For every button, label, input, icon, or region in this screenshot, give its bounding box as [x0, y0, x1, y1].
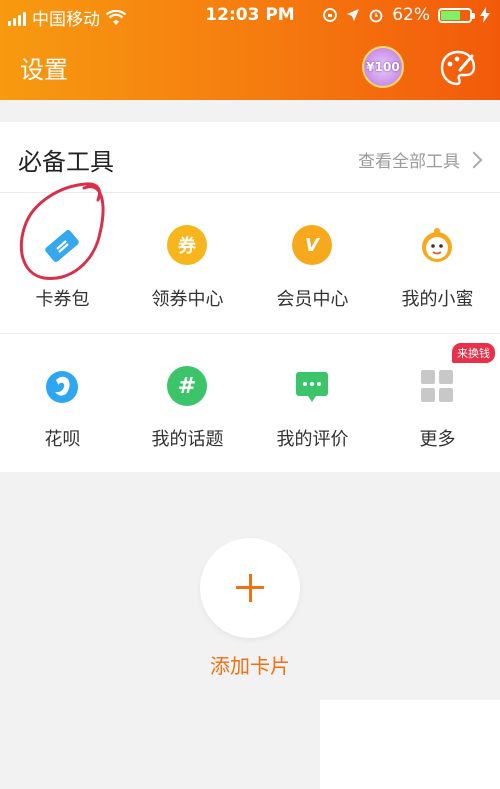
add-card-label[interactable]: 添加卡片 [0, 650, 500, 679]
plus-icon-vertical [248, 574, 252, 602]
tool-label: 我的小蜜 [401, 289, 474, 310]
tool-member-center[interactable]: V 会员中心 [250, 193, 375, 333]
tool-label: 领券中心 [151, 289, 224, 310]
tool-label: 会员中心 [276, 289, 349, 310]
tool-label: 花呗 [44, 429, 81, 450]
tool-huabei[interactable]: 花呗 [0, 334, 125, 472]
see-all-tools-link[interactable]: 查看全部工具 [358, 147, 483, 172]
tool-coupon-center[interactable]: 券 领券中心 [125, 193, 250, 333]
vip-badge-text: ¥100 [366, 60, 400, 74]
tool-topics[interactable]: # 我的话题 [125, 334, 250, 472]
topic-glyph: # [177, 373, 197, 399]
member-center-icon: V [292, 225, 332, 265]
status-bar: 中国移动 12:03 PM 62% [0, 0, 500, 32]
alarm-icon [369, 9, 383, 23]
app-header: 中国移动 12:03 PM 62% 设置 ¥100 [0, 0, 500, 100]
rotation-lock-icon [323, 8, 338, 22]
battery-percent: 62% [392, 5, 430, 25]
page-title: 设置 [20, 56, 68, 84]
coupon-center-icon: 券 [167, 225, 207, 265]
tool-reviews[interactable]: 我的评价 [250, 334, 375, 472]
location-icon [347, 9, 360, 21]
tool-label: 我的话题 [151, 429, 224, 450]
tool-card-coupon[interactable]: 卡券包 [0, 193, 125, 333]
assistant-icon [422, 228, 452, 262]
chevron-right-icon [465, 151, 483, 168]
battery-icon [438, 7, 475, 23]
add-card-button[interactable] [200, 538, 300, 638]
member-glyph: V [305, 234, 319, 256]
charging-icon [480, 7, 490, 23]
tools-row-2: 花呗 # 我的话题 我的评价 更多 [0, 334, 500, 472]
card-coupon-icon [45, 230, 79, 262]
blank-region [320, 700, 500, 789]
tool-label: 更多 [419, 429, 456, 450]
palette-icon[interactable] [438, 48, 478, 88]
tool-label: 卡券包 [35, 289, 90, 310]
promo-badge: 来换钱 [452, 343, 495, 363]
section-title: 必备工具 [18, 148, 114, 176]
tool-label: 我的评价 [276, 429, 349, 450]
see-all-label: 查看全部工具 [358, 152, 460, 172]
coupon-glyph: 券 [178, 236, 196, 257]
more-grid-icon [421, 370, 453, 402]
topic-icon: # [167, 366, 207, 406]
huabei-icon [46, 371, 78, 403]
tools-section-header: 必备工具 查看全部工具 [0, 122, 500, 193]
tools-row-1: 卡券包 券 领券中心 V 会员中心 我的小蜜 [0, 193, 500, 334]
review-icon [296, 372, 328, 402]
tool-assistant[interactable]: 我的小蜜 [375, 193, 500, 333]
vip-badge[interactable]: ¥100 [362, 46, 404, 88]
